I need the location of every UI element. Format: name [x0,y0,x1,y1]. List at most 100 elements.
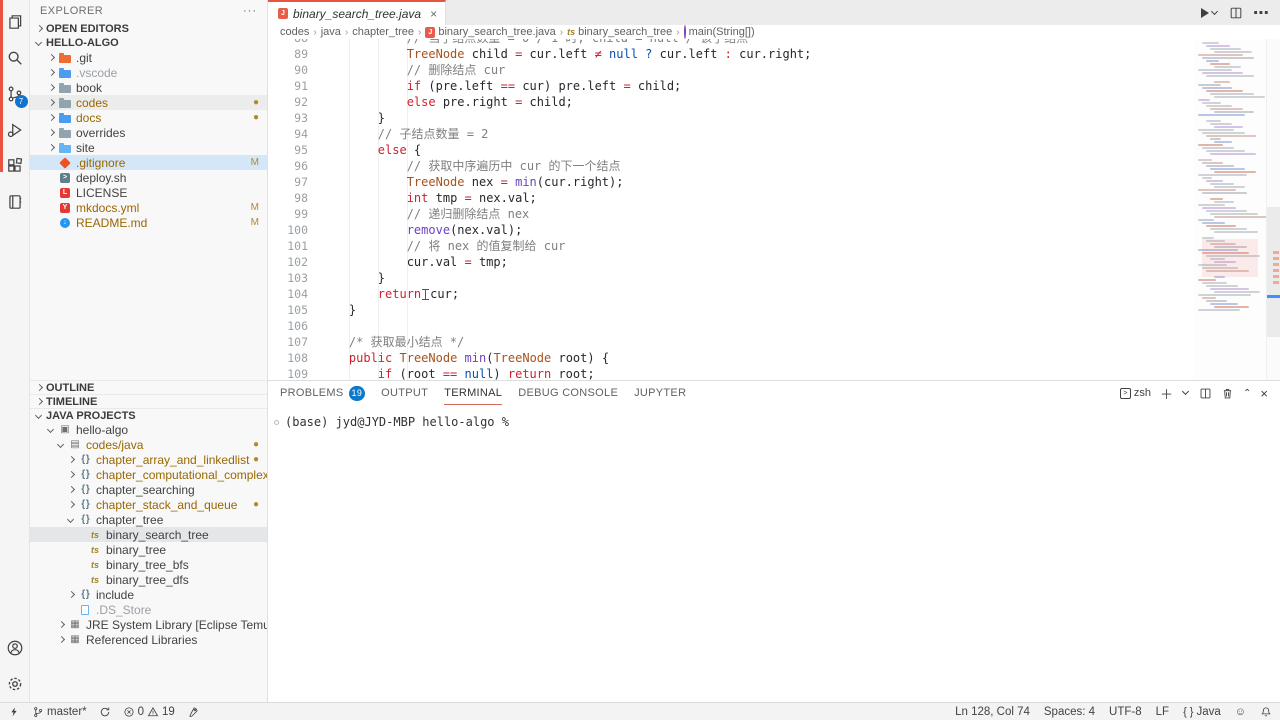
chevron-icon[interactable] [46,425,56,435]
timeline-section[interactable]: TIMELINE [30,394,267,408]
tree-item-overrides[interactable]: overrides [30,125,267,140]
tree-item--git[interactable]: .git [30,50,267,65]
open-editors-section[interactable]: OPEN EDITORS [30,22,267,36]
tree-item-license[interactable]: LLICENSE [30,185,267,200]
breadcrumb-item[interactable]: java [321,26,341,38]
chevron-icon[interactable] [46,143,56,153]
feedback-smiley-icon[interactable]: ☺ [1235,706,1246,718]
source-control-icon[interactable]: 7 [0,76,30,112]
breadcrumb-item[interactable]: chapter_tree [352,26,414,38]
code-line-92[interactable]: 92 else pre.right = child; [268,94,1194,110]
root-folder-section[interactable]: HELLO-ALGO [30,36,267,50]
breadcrumb-item[interactable]: Jbinary_search_tree.java [425,26,555,38]
chevron-icon[interactable] [46,128,56,138]
java-ready-status[interactable] [187,706,199,718]
run-debug-icon[interactable] [0,112,30,148]
code-editor[interactable]: 88 // 当子结点数量 = 0 / 1 时, child = null / 该… [268,39,1280,380]
chevron-icon[interactable] [46,98,56,108]
scrollbar-thumb[interactable] [1267,207,1280,337]
explorer-more-icon[interactable]: ··· [243,5,257,17]
tree-item-binary-tree-bfs[interactable]: tsbinary_tree_bfs [30,557,267,572]
chevron-icon[interactable] [56,440,66,450]
overview-ruler[interactable] [1266,39,1280,380]
tree-item-binary-tree-dfs[interactable]: tsbinary_tree_dfs [30,572,267,587]
tree-item-include[interactable]: { }include [30,587,267,602]
panel-tab-problems[interactable]: PROBLEMS19 [280,381,365,405]
extensions-icon[interactable] [0,148,30,184]
close-panel-icon[interactable]: × [1260,386,1268,401]
tree-item-site[interactable]: site [30,140,267,155]
chevron-icon[interactable] [46,83,56,93]
chevron-icon[interactable] [66,455,76,465]
indentation[interactable]: Spaces: 4 [1044,706,1095,718]
tree-item-binary-tree[interactable]: tsbinary_tree [30,542,267,557]
code-line-89[interactable]: 89 TreeNode child = cur.left ≠ null ? cu… [268,46,1194,62]
terminal[interactable]: (base) jyd@JYD-MBP hello-algo % [268,405,1280,702]
chevron-icon[interactable] [66,470,76,480]
chevron-icon[interactable] [46,53,56,63]
breadcrumb-item[interactable]: codes [280,26,309,38]
breadcrumb-item[interactable]: tsbinary_search_tree [567,26,672,38]
code-line-94[interactable]: 94 // 子结点数量 = 2 [268,126,1194,142]
tree-item-chapter-tree[interactable]: { }chapter_tree [30,512,267,527]
chevron-icon[interactable] [46,68,56,78]
tree-item-binary-search-tree[interactable]: tsbinary_search_tree [30,527,267,542]
encoding[interactable]: UTF-8 [1109,706,1142,718]
code-line-99[interactable]: 99 // 递归删除结点 nex [268,206,1194,222]
notebook-icon[interactable] [0,184,30,220]
java-projects-section[interactable]: JAVA PROJECTS [30,408,267,422]
code-line-95[interactable]: 95 else { [268,142,1194,158]
split-editor-icon[interactable] [1229,6,1243,20]
notifications-bell-icon[interactable] [1260,706,1272,718]
remote-indicator[interactable] [8,706,20,718]
chevron-icon[interactable] [56,620,66,630]
panel-tab-jupyter[interactable]: JUPYTER [634,381,686,405]
search-icon[interactable] [0,40,30,76]
breadcrumb-item[interactable]: main(String[]) [684,26,755,38]
outline-section[interactable]: OUTLINE [30,380,267,394]
tree-item-codes[interactable]: codes● [30,95,267,110]
panel-tab-debug-console[interactable]: DEBUG CONSOLE [518,381,618,405]
tree-item--vscode[interactable]: .vscode [30,65,267,80]
tree-item--gitignore[interactable]: .gitignoreM [30,155,267,170]
tree-item-mkdocs-yml[interactable]: Ymkdocs.ymlM [30,200,267,215]
chevron-icon[interactable] [66,485,76,495]
maximize-panel-icon[interactable]: ⌃ [1243,388,1251,399]
code-line-106[interactable]: 106 [268,318,1194,334]
code-line-103[interactable]: 103 } [268,270,1194,286]
tree-item-chapter-searching[interactable]: { }chapter_searching [30,482,267,497]
explorer-icon[interactable] [0,4,30,40]
editor-more-actions-icon[interactable]: ⋯ [1253,3,1270,23]
minimap[interactable] [1194,39,1266,380]
tab-binary-search-tree[interactable]: J binary_search_tree.java × [268,0,446,25]
tree-item--ds-store[interactable]: .DS_Store [30,602,267,617]
code-line-101[interactable]: 101 // 将 nex 的值复制给 cur [268,238,1194,254]
account-icon[interactable] [0,630,30,666]
code-line-102[interactable]: 102 cur.val = tmp; [268,254,1194,270]
tree-item-readme-md[interactable]: ↓README.mdM [30,215,267,230]
problems-status[interactable]: 0 19 [123,706,175,718]
panel-tab-terminal[interactable]: TERMINAL [444,381,502,405]
tree-item-referenced-libraries[interactable]: ▦Referenced Libraries [30,632,267,647]
chevron-icon[interactable] [46,113,56,123]
shell-selector[interactable]: >zsh [1120,387,1151,399]
tree-item-deploy-sh[interactable]: >deploy.sh [30,170,267,185]
code-line-108[interactable]: 108 public TreeNode min(TreeNode root) { [268,350,1194,366]
code-line-91[interactable]: 91 if (pre.left == cur) pre.left = child… [268,78,1194,94]
language-mode[interactable]: { } Java [1183,706,1221,718]
tree-item-chapter-stack-and-queue[interactable]: { }chapter_stack_and_queue● [30,497,267,512]
tree-item-jre-system-library-eclipse-temurin-17-17-[interactable]: ▦JRE System Library [Eclipse Temurin 17 … [30,617,267,632]
chevron-icon[interactable] [66,515,76,525]
terminal-dropdown-icon[interactable] [1182,389,1190,397]
code-line-93[interactable]: 93 } [268,110,1194,126]
tree-item-chapter-array-and-linkedlist[interactable]: { }chapter_array_and_linkedlist● [30,452,267,467]
tab-close-icon[interactable]: × [430,7,437,21]
code-line-88[interactable]: 88 // 当子结点数量 = 0 / 1 时, child = null / 该… [268,39,1194,46]
code-line-100[interactable]: 100 remove(nex.val); [268,222,1194,238]
code-line-105[interactable]: 105 } [268,302,1194,318]
chevron-icon[interactable] [66,500,76,510]
chevron-icon[interactable] [66,590,76,600]
code-line-109[interactable]: 109 if (root == null) return root; [268,366,1194,380]
eol-sequence[interactable]: LF [1156,706,1169,718]
split-terminal-icon[interactable] [1199,387,1212,400]
